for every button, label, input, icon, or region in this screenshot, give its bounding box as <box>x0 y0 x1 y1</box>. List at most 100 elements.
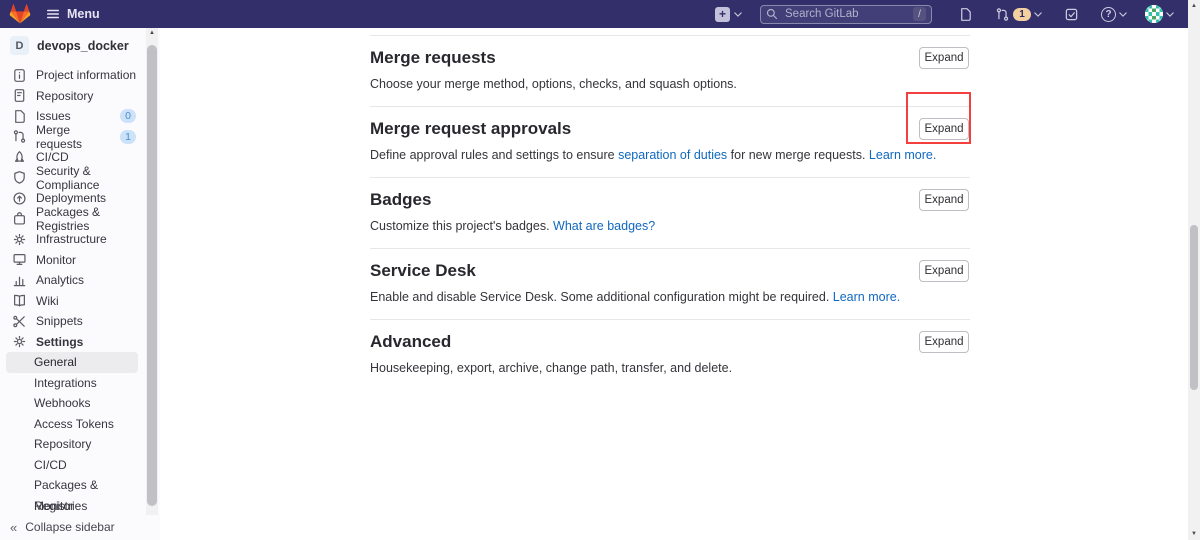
search-box[interactable]: / <box>760 4 932 24</box>
project-name: devops_docker <box>37 38 129 53</box>
sidebar-subitem-packages-registries[interactable]: Packages & Registries <box>0 475 140 513</box>
page-scrollbar: ▲ ▼ <box>1188 0 1200 540</box>
menu-label: Menu <box>67 7 100 21</box>
plus-icon: + <box>715 6 730 22</box>
gitlab-settings-page: Menu + / 1 ? <box>0 0 1200 540</box>
sidebar-scrollbar: ▲ <box>146 28 158 515</box>
scroll-up-arrow-icon[interactable]: ▲ <box>146 30 158 36</box>
sidebar-subitem-ci-cd[interactable]: CI/CD <box>0 455 140 476</box>
project-avatar: D <box>10 36 29 55</box>
collapse-chevron-icon: « <box>10 519 18 535</box>
inline-link[interactable]: Learn more. <box>833 290 900 304</box>
sidebar-item-packages-registries[interactable]: Packages & Registries <box>0 205 146 233</box>
settings-sections-list: Merge requests Expand Choose your merge … <box>370 35 970 390</box>
sidebar-item-settings[interactable]: Settings <box>0 332 146 353</box>
project-sidebar: D devops_docker Project information Repo… <box>0 28 160 540</box>
collapse-sidebar-button[interactable]: « Collapse sidebar <box>0 520 115 534</box>
issues-icon <box>12 109 27 124</box>
repository-icon <box>12 88 27 103</box>
sidebar-item-merge-requests[interactable]: Merge requests 1 <box>0 123 146 151</box>
section-title: Merge request approvals <box>370 119 572 138</box>
sidebar-subitem-access-tokens[interactable]: Access Tokens <box>0 414 140 435</box>
help-icon: ? <box>1101 6 1116 22</box>
navbar-right-cluster: + / 1 ? <box>715 4 1174 24</box>
scroll-up-arrow-icon[interactable]: ▲ <box>1188 3 1200 9</box>
sidebar-nav: Project information Repository Issues 0 … <box>0 65 160 352</box>
sidebar-item-repository[interactable]: Repository <box>0 86 146 107</box>
chevron-down-icon <box>1119 11 1127 17</box>
section-title: Badges <box>370 190 432 209</box>
settings-section-badges: Badges Expand Customize this project's b… <box>370 177 970 248</box>
analytics-icon <box>12 273 27 288</box>
monitor-icon <box>12 252 27 267</box>
deployments-icon <box>12 191 27 206</box>
section-description: Housekeeping, export, archive, change pa… <box>370 361 970 375</box>
description-text: Choose your merge method, options, check… <box>370 77 737 91</box>
count-badge: 0 <box>120 109 136 124</box>
merge-requests-icon <box>12 129 27 144</box>
issues-nav-icon[interactable] <box>958 7 973 22</box>
search-input[interactable] <box>783 7 913 21</box>
sidebar-subitem-repository[interactable]: Repository <box>0 434 140 455</box>
inline-link[interactable]: What are badges? <box>553 219 655 233</box>
sidebar-subitem-integrations[interactable]: Integrations <box>0 373 140 394</box>
sidebar-settings-subnav: General Integrations Webhooks Access Tokens… <box>0 352 160 516</box>
inline-link[interactable]: Learn more. <box>869 148 936 162</box>
sidebar-item-snippets[interactable]: Snippets <box>0 311 146 332</box>
scroll-down-arrow-icon[interactable]: ▼ <box>1188 531 1200 537</box>
section-description: Customize this project's badges. What ar… <box>370 219 970 233</box>
chevron-down-icon <box>734 11 742 17</box>
merge-requests-nav-button[interactable]: 1 <box>995 7 1042 22</box>
settings-section-advanced: Advanced Expand Housekeeping, export, ar… <box>370 319 970 390</box>
expand-button[interactable]: Expand <box>919 331 969 353</box>
sidebar-item-project-information[interactable]: Project information <box>0 65 146 86</box>
sidebar-item-analytics[interactable]: Analytics <box>0 270 146 291</box>
todo-icon[interactable] <box>1064 7 1079 22</box>
search-icon <box>766 8 778 20</box>
packages-registries-icon <box>12 211 27 226</box>
description-text: Customize this project's badges. <box>370 219 554 233</box>
sidebar-item-security-compliance[interactable]: Security & Compliance <box>0 164 146 192</box>
wiki-icon <box>12 293 27 308</box>
chevron-down-icon <box>1166 11 1174 17</box>
avatar-identicon <box>1145 5 1163 23</box>
sidebar-subitem-webhooks[interactable]: Webhooks <box>0 393 140 414</box>
expand-button[interactable]: Expand <box>919 47 969 69</box>
sidebar-subitem-monitor[interactable]: Monitor <box>0 496 140 517</box>
merge-requests-count-badge: 1 <box>1013 7 1031 21</box>
hamburger-icon <box>46 7 60 21</box>
ci-cd-icon <box>12 150 27 165</box>
expand-button[interactable]: Expand <box>919 189 969 211</box>
description-text: Housekeeping, export, archive, change pa… <box>370 361 733 375</box>
expand-button-highlighted[interactable]: Expand <box>919 118 969 140</box>
user-menu-button[interactable] <box>1145 5 1174 23</box>
section-title: Merge requests <box>370 48 496 67</box>
search-shortcut-key: / <box>913 7 926 21</box>
sidebar-subitem-general[interactable]: General <box>6 352 138 373</box>
section-description: Choose your merge method, options, check… <box>370 77 970 91</box>
description-text: Define approval rules and settings to en… <box>370 148 619 162</box>
help-menu-button[interactable]: ? <box>1101 6 1127 22</box>
project-information-icon <box>12 68 27 83</box>
gitlab-logo[interactable] <box>9 3 31 25</box>
count-badge: 1 <box>120 129 136 144</box>
settings-main: Merge requests Expand Choose your merge … <box>160 28 1188 540</box>
project-title-row[interactable]: D devops_docker <box>0 28 160 59</box>
settings-section-merge-request-approvals: Merge request approvals Expand Define ap… <box>370 106 970 177</box>
settings-icon <box>12 334 27 349</box>
sidebar-item-monitor[interactable]: Monitor <box>0 250 146 271</box>
chevron-down-icon <box>1034 11 1042 17</box>
security-compliance-icon <box>12 170 27 185</box>
description-text: for new merge requests. <box>727 148 869 162</box>
infrastructure-icon <box>12 232 27 247</box>
menu-button[interactable]: Menu <box>46 7 100 21</box>
expand-button[interactable]: Expand <box>919 260 969 282</box>
section-title: Advanced <box>370 332 452 351</box>
inline-link[interactable]: separation of duties <box>618 148 727 162</box>
new-menu-button[interactable]: + <box>715 6 742 22</box>
sidebar-scrollbar-thumb[interactable] <box>147 45 157 506</box>
page-scrollbar-thumb[interactable] <box>1190 225 1198 390</box>
sidebar-item-wiki[interactable]: Wiki <box>0 291 146 312</box>
section-title: Service Desk <box>370 261 476 280</box>
settings-section-merge-requests: Merge requests Expand Choose your merge … <box>370 35 970 106</box>
